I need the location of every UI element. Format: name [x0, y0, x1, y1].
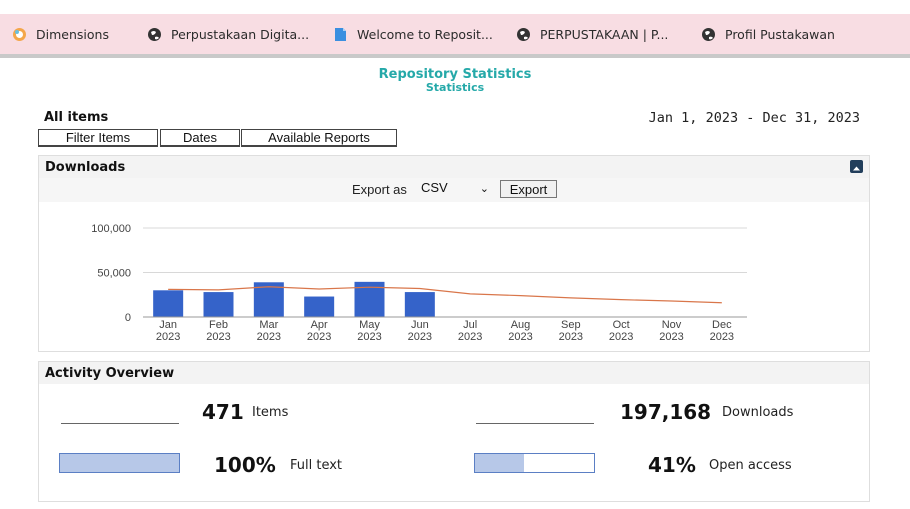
openaccess-percent: 41%	[648, 453, 696, 477]
downloads-label: Downloads	[722, 405, 794, 420]
downloads-count: 197,168	[620, 400, 712, 424]
page-title: Repository Statistics	[378, 67, 532, 82]
x-tick-label-month: Mar	[259, 319, 278, 331]
bookmarks-divider	[0, 54, 910, 58]
y-tick-label: 0	[125, 312, 131, 324]
trend-line	[168, 286, 722, 304]
bookmark-dimensions[interactable]: Dimensions	[12, 24, 109, 44]
y-tick-label: 100,000	[91, 223, 131, 235]
downloads-rule	[476, 423, 594, 424]
x-tick-label-year: 2023	[508, 331, 532, 343]
bookmarks-bar: Dimensions Perpustakaan Digita... Welcom…	[0, 0, 910, 58]
items-rule	[61, 423, 179, 424]
x-tick-label-month: Sep	[561, 319, 581, 331]
activity-overview-panel: Activity Overview 471 Items 197,168 Down…	[38, 361, 870, 502]
globe-icon	[701, 27, 716, 42]
bar	[304, 296, 335, 317]
bar	[153, 290, 184, 317]
dates-button[interactable]: Dates	[160, 129, 240, 147]
collapse-icon[interactable]	[850, 160, 863, 173]
export-row: Export as CSV ⌄ Export	[39, 178, 869, 202]
export-button[interactable]: Export	[500, 180, 557, 198]
x-tick-label-month: Dec	[712, 319, 732, 331]
openaccess-progress-fill	[475, 454, 524, 472]
bookmark-label: Welcome to Reposit...	[357, 26, 493, 42]
bookmark-welcome-repository[interactable]: Welcome to Reposit...	[333, 24, 493, 44]
x-tick-label-month: Jan	[159, 319, 177, 331]
fulltext-percent: 100%	[214, 453, 276, 477]
y-tick-label: 50,000	[97, 268, 131, 280]
scope-label: All items	[44, 110, 109, 125]
globe-icon	[147, 27, 162, 42]
filter-items-button[interactable]: Filter Items	[38, 129, 158, 147]
globe-icon	[516, 27, 531, 42]
x-tick-label-year: 2023	[307, 331, 331, 343]
available-reports-button[interactable]: Available Reports	[241, 129, 397, 147]
export-format-select[interactable]: CSV ⌄	[421, 180, 493, 197]
x-tick-label-year: 2023	[156, 331, 180, 343]
x-tick-label-year: 2023	[408, 331, 432, 343]
x-tick-label-month: Nov	[662, 319, 682, 331]
x-tick-label-year: 2023	[458, 331, 482, 343]
x-tick-label-month: Aug	[511, 319, 531, 331]
x-tick-label-month: Apr	[311, 319, 328, 331]
dimensions-icon	[12, 27, 27, 42]
export-format-value: CSV	[421, 180, 448, 195]
x-tick-label-year: 2023	[710, 331, 734, 343]
x-tick-label-year: 2023	[559, 331, 583, 343]
x-tick-label-year: 2023	[357, 331, 381, 343]
activity-overview-heading: Activity Overview	[39, 362, 869, 384]
items-label: Items	[252, 405, 289, 420]
openaccess-label: Open access	[709, 458, 792, 473]
x-tick-label-year: 2023	[609, 331, 633, 343]
x-tick-label-month: Oct	[613, 319, 630, 331]
bookmark-label: Perpustakaan Digita...	[171, 26, 310, 42]
x-tick-label-year: 2023	[659, 331, 683, 343]
x-tick-label-month: May	[359, 319, 380, 331]
bookmark-label: PERPUSTAKAAN | P...	[540, 26, 669, 42]
downloads-panel: Downloads Export as CSV ⌄ Export 0 50,000…	[38, 155, 870, 352]
date-range: Jan 1, 2023 - Dec 31, 2023	[648, 110, 860, 126]
bookmark-perpustakaan[interactable]: PERPUSTAKAAN | P...	[516, 24, 668, 44]
chevron-down-icon: ⌄	[479, 183, 489, 195]
x-tick-label-month: Jun	[411, 319, 429, 331]
bookmark-label: Dimensions	[36, 26, 109, 42]
items-count: 471	[202, 400, 244, 424]
fulltext-progress-bar	[59, 453, 180, 473]
downloads-chart: 050,000100,000Jan2023Feb2023Mar2023Apr20…	[91, 223, 747, 343]
bookmark-profil-pustakawan[interactable]: Profil Pustakawan	[701, 24, 835, 44]
x-tick-label-month: Jul	[463, 319, 477, 331]
openaccess-progress-bar	[474, 453, 595, 473]
downloads-heading: Downloads	[39, 156, 869, 178]
x-tick-label-year: 2023	[257, 331, 281, 343]
export-label: Export as	[352, 182, 407, 197]
fulltext-label: Full text	[290, 458, 343, 473]
x-tick-label-year: 2023	[206, 331, 230, 343]
bar	[404, 292, 435, 317]
x-tick-label-month: Feb	[209, 319, 228, 331]
page-subtitle: Statistics	[425, 81, 485, 94]
bar	[203, 292, 234, 317]
bookmark-label: Profil Pustakawan	[725, 26, 835, 42]
fulltext-progress-fill	[60, 454, 179, 472]
document-icon	[333, 27, 348, 42]
bookmark-perpustakaan-digital[interactable]: Perpustakaan Digita...	[147, 24, 309, 44]
